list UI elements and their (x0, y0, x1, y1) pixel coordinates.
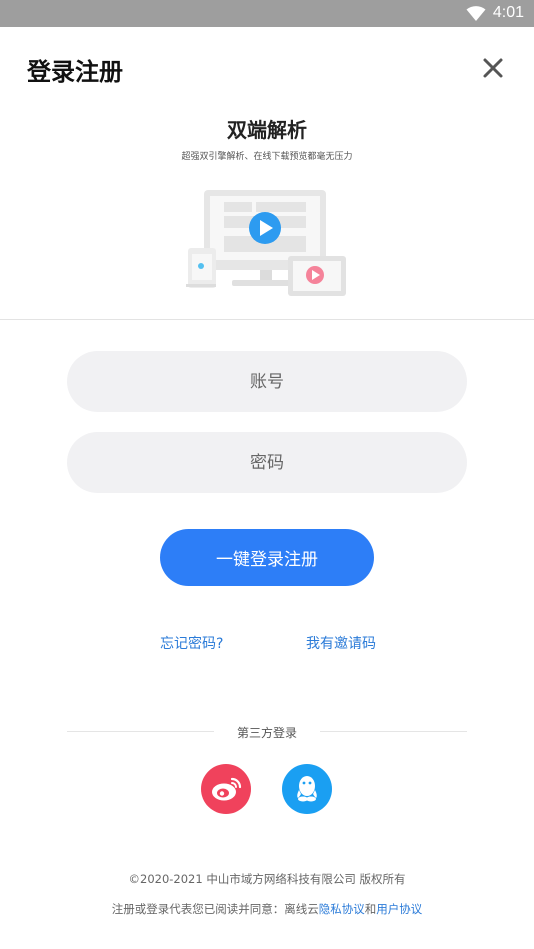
copyright-text: ©2020-2021 中山市域方网络科技有限公司 版权所有 (128, 872, 406, 886)
third-party-label: 第三方登录 (236, 726, 297, 740)
login-register-button[interactable]: 一键登录注册 (160, 529, 374, 586)
qq-login-button[interactable] (282, 764, 332, 814)
agreement-conjunction: 和 (364, 902, 377, 916)
close-icon[interactable] (480, 55, 506, 81)
page-title: 登录注册 (27, 58, 123, 86)
status-time: 4:01 (492, 4, 524, 21)
weibo-icon (212, 777, 242, 801)
wifi-icon (466, 6, 486, 22)
invite-code-link[interactable]: 我有邀请码 (306, 633, 376, 653)
devices-illustration (186, 190, 346, 296)
banner-subtitle: 超强双引擎解析、在线下载预览都毫无压力 (181, 152, 353, 162)
user-agreement-link[interactable]: 用户协议 (376, 902, 422, 916)
agreement-text: 注册或登录代表您已阅读并同意：离线云隐私协议和用户协议 (0, 901, 534, 917)
status-bar: 4:01 (0, 0, 534, 27)
qq-icon (297, 776, 317, 802)
agreement-prefix: 注册或登录代表您已阅读并同意：离线云 (111, 902, 319, 916)
account-input[interactable] (67, 351, 467, 412)
password-input[interactable] (67, 432, 467, 493)
privacy-policy-link[interactable]: 隐私协议 (319, 902, 365, 916)
section-divider (0, 319, 534, 320)
weibo-login-button[interactable] (201, 764, 251, 814)
forgot-password-link[interactable]: 忘记密码? (160, 633, 223, 653)
banner-title: 双端解析 (227, 118, 307, 142)
divider-right (320, 731, 467, 732)
